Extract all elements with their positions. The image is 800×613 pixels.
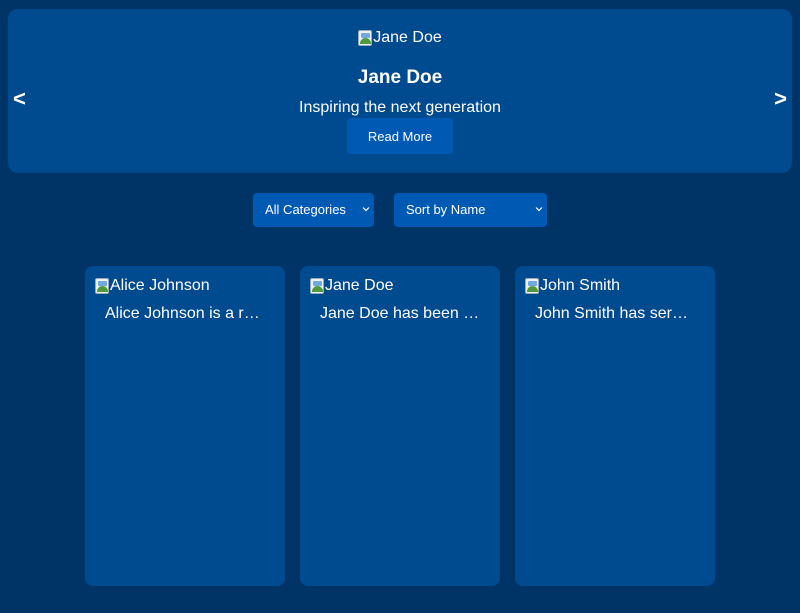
card-description: Alice Johnson is a r…	[105, 305, 260, 322]
read-more-button[interactable]: Read More	[347, 118, 453, 154]
broken-image-icon	[95, 278, 109, 294]
broken-image-icon	[358, 30, 373, 46]
sort-value: Sort by Name	[406, 202, 486, 217]
chevron-down-icon	[362, 207, 370, 212]
featured-carousel: < Jane Doe Jane Doe Inspiring the next g…	[8, 9, 792, 173]
card-description: Jane Doe has been …	[320, 305, 480, 322]
carousel-next-button[interactable]: >	[774, 87, 787, 111]
featured-tagline: Inspiring the next generation	[299, 99, 501, 116]
card-image-alt: Jane Doe	[325, 277, 394, 294]
broken-image-icon	[525, 278, 539, 294]
category-filter-select[interactable]: All Categories	[253, 193, 374, 227]
chevron-down-icon	[535, 207, 543, 212]
profile-card[interactable]: Jane Doe Jane Doe has been …	[300, 266, 500, 586]
card-image: Jane Doe	[310, 276, 394, 296]
featured-image: Jane Doe	[8, 28, 792, 51]
featured-name: Jane Doe	[357, 67, 443, 88]
featured-image-alt: Jane Doe	[373, 29, 442, 46]
card-image: Alice Johnson	[95, 276, 210, 296]
card-image: John Smith	[525, 276, 620, 296]
category-filter-value: All Categories	[265, 202, 346, 217]
profile-card[interactable]: John Smith John Smith has ser…	[515, 266, 715, 586]
profile-card[interactable]: Alice Johnson Alice Johnson is a r…	[85, 266, 285, 586]
card-image-alt: John Smith	[540, 277, 621, 294]
card-description: John Smith has ser…	[535, 305, 688, 322]
card-image-alt: Alice Johnson	[110, 277, 210, 294]
sort-select[interactable]: Sort by Name	[394, 193, 547, 227]
broken-image-icon	[310, 278, 324, 294]
